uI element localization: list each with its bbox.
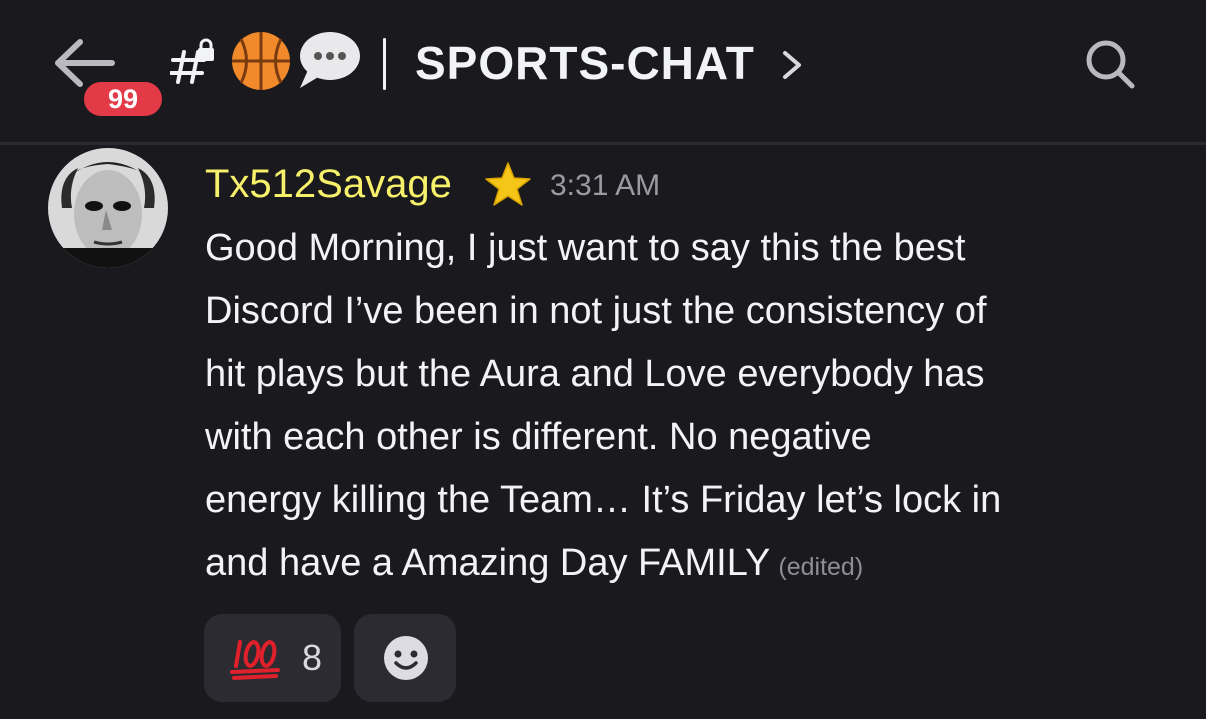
basketball-icon <box>232 32 290 90</box>
message-line: with each other is different. No negativ… <box>205 416 872 458</box>
message-line: hit plays but the Aura and Love everybod… <box>205 353 985 395</box>
reaction-hundred[interactable]: 8 <box>204 614 341 702</box>
edited-label: (edited) <box>778 553 864 581</box>
message-content: Good Morning, I just want to say this th… <box>205 217 1185 599</box>
message-line: Good Morning, I just want to say this th… <box>205 227 966 269</box>
message-line: energy killing the Team… It’s Friday let… <box>205 479 1002 521</box>
add-reaction-button[interactable] <box>354 614 456 702</box>
channel-header: 99 SPORTS-CHAT <box>0 0 1206 140</box>
message-line-last: and have a Amazing Day FAMILY (edited) <box>205 532 1185 599</box>
message-timestamp: 3:31 AM <box>550 169 661 202</box>
channel-title[interactable]: SPORTS-CHAT <box>415 38 755 88</box>
username[interactable]: Tx512Savage <box>205 160 452 208</box>
header-divider <box>0 142 1206 145</box>
michael-myers-mask-avatar[interactable] <box>48 148 168 268</box>
message-line: Discord I’ve been in not just the consis… <box>205 290 987 332</box>
hundred-points-icon <box>230 640 280 680</box>
chevron-right-icon[interactable] <box>780 48 804 82</box>
search-icon[interactable] <box>1082 38 1138 90</box>
reaction-count: 8 <box>302 637 323 678</box>
add-reaction-smiley-icon <box>384 636 428 680</box>
unread-badge: 99 <box>80 78 166 120</box>
message-line-text: and have a Amazing Day FAMILY <box>205 542 771 584</box>
star-icon <box>485 162 531 206</box>
locked-text-channel-icon <box>170 38 214 84</box>
speech-bubble-icon <box>300 32 360 88</box>
title-separator <box>383 38 386 90</box>
